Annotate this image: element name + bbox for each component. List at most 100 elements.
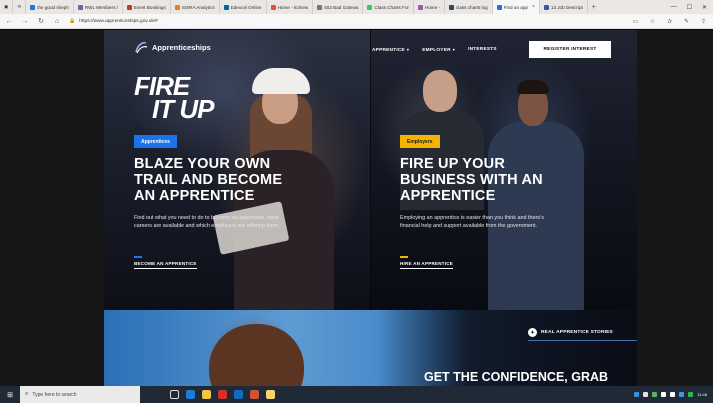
browser-toolbar: ← → ↻ ⌂ 🔒 https://www.apprenticeships.go… [0, 14, 713, 29]
forward-icon[interactable]: → [21, 18, 29, 25]
home-icon[interactable]: ⌂ [53, 18, 61, 25]
tray-app-icon[interactable] [652, 392, 658, 397]
favorite-star-icon[interactable]: ☆ [648, 18, 657, 25]
tab-favicon-icon [417, 4, 423, 10]
web-page: Apprenticeships APPRENTICE ▾ EMPLOYER ▾ INTE… [0, 30, 713, 386]
browser-tab[interactable]: Class Charts For [363, 0, 414, 14]
windows-start-icon[interactable]: ⊞ [0, 391, 20, 399]
reading-view-icon[interactable]: ▭ [631, 18, 640, 25]
nav-employer[interactable]: EMPLOYER ▾ [422, 47, 455, 53]
tab-favicon-icon [126, 4, 132, 10]
tab-label: Home - Itchiew [277, 4, 309, 10]
tab-favicon-icon [223, 4, 229, 10]
cta-accent-bar [134, 256, 142, 258]
browser-tab[interactable]: 502 Bad Gatewa [313, 0, 364, 14]
browser-tab[interactable]: Find an app × [492, 0, 540, 14]
browser-tab[interactable]: Home - [414, 0, 445, 14]
window-controls: — ☐ ✕ [671, 4, 713, 11]
edge-browser-icon[interactable] [186, 390, 195, 399]
browser-tab[interactable]: Home - Itchiew [267, 0, 314, 14]
hire-apprentice-link[interactable]: HIRE AN APPRENTICE [400, 261, 454, 269]
tab-actions-icon[interactable]: ▣ [0, 0, 14, 14]
maximize-icon[interactable]: ☐ [687, 4, 692, 11]
taskbar-apps [170, 390, 275, 399]
tab-favicon-icon [30, 4, 36, 10]
hero-section: Apprenticeships APPRENTICE ▾ EMPLOYER ▾ INTE… [104, 30, 637, 310]
powerpoint-icon[interactable] [250, 390, 259, 399]
tab-favicon-icon [367, 4, 373, 10]
employer-body-text: Employing an apprentice is easier than y… [400, 215, 544, 230]
logo-text: Apprenticeships [152, 42, 211, 52]
back-tab-icon[interactable]: ⟲ [13, 0, 27, 14]
stories-headline: GET THE CONFIDENCE, GRAB [424, 370, 609, 384]
apprentice-portrait [209, 324, 304, 386]
man-face-older [423, 70, 457, 112]
network-icon[interactable] [661, 392, 667, 397]
tray-app-icon[interactable] [643, 392, 649, 397]
cta-accent-bar [400, 256, 408, 258]
url-text[interactable]: https://www.apprenticeships.gov.uk/# [79, 19, 158, 24]
share-icon[interactable]: ⇪ [699, 18, 708, 25]
tab-label: 502 Bad Gatewa [324, 4, 359, 10]
file-explorer-icon[interactable] [202, 390, 211, 399]
tab-close-icon[interactable]: × [532, 4, 535, 10]
tab-label: Event Bookings [133, 4, 166, 10]
taskbar-clock[interactable]: 11:48 [697, 392, 707, 397]
search-icon: ⌕ [25, 391, 29, 397]
browser-tab[interactable]: class charts log [445, 0, 493, 14]
tab-label: RWL Members / [84, 4, 118, 10]
apprentice-body-text: Find out what you need to do to become a… [134, 215, 280, 230]
nav-label: INTERESTS [468, 47, 497, 52]
chevron-down-icon: ▾ [452, 47, 456, 52]
browser-tab[interactable]: 13 Job Descript [540, 0, 588, 14]
become-apprentice-link[interactable]: BECOME AN APPRENTICE [134, 261, 197, 269]
hard-hat [252, 68, 310, 94]
back-icon[interactable]: ← [5, 18, 13, 25]
new-tab-icon[interactable]: + [588, 4, 600, 11]
logo-swirl-icon [135, 42, 148, 54]
close-window-icon[interactable]: ✕ [702, 4, 707, 11]
browser-tab[interactable]: Event Bookings [123, 0, 171, 14]
fire-it-up-logo: FIRE IT UP [134, 73, 214, 122]
nav-label: EMPLOYER [422, 48, 451, 53]
minimize-icon[interactable]: — [671, 4, 677, 11]
tray-app-icon[interactable] [634, 392, 640, 397]
acrobat-icon[interactable] [218, 390, 227, 399]
tab-label: Edexcel Online [230, 4, 262, 10]
nav-apprentice[interactable]: APPRENTICE ▾ [372, 47, 409, 53]
tab-favicon-icon [270, 4, 276, 10]
taskbar-search-box[interactable]: ⌕ Type here to search [20, 386, 140, 403]
volume-icon[interactable] [670, 392, 676, 397]
employers-badge: Employers [400, 135, 440, 148]
browser-tab[interactable]: Edexcel Online [220, 0, 267, 14]
tab-label: SISRA Analytics [181, 4, 215, 10]
tab-favicon-icon [77, 4, 83, 10]
man-hair-younger [517, 80, 549, 94]
browser-tab[interactable]: SISRA Analytics [171, 0, 220, 14]
browser-tab[interactable]: RWL Members / [74, 0, 123, 14]
register-interest-button[interactable]: REGISTER INTEREST [529, 41, 611, 58]
tab-label: the good sheph [37, 4, 69, 10]
apprentice-stories-section: ✦ REAL APPRENTICE STORIES GET THE CONFID… [104, 310, 637, 386]
address-bar[interactable]: 🔒 https://www.apprenticeships.gov.uk/# [69, 16, 623, 27]
chevron-down-icon: ▾ [406, 47, 410, 52]
browser-tab[interactable]: the good sheph [26, 0, 74, 14]
tab-favicon-icon [174, 4, 180, 10]
apprentice-headline: BLAZE YOUR OWN TRAIL AND BECOME AN APPRE… [134, 156, 283, 205]
lock-icon: 🔒 [69, 18, 76, 24]
tab-favicon-icon [543, 4, 549, 10]
stories-tag[interactable]: ✦ REAL APPRENTICE STORIES [528, 328, 613, 337]
task-view-icon[interactable] [170, 390, 179, 399]
tab-favicon-icon [449, 4, 454, 10]
site-logo[interactable]: Apprenticeships [134, 40, 211, 54]
security-icon[interactable] [679, 392, 685, 397]
refresh-icon[interactable]: ↻ [37, 17, 45, 25]
nav-interests[interactable]: INTERESTS [468, 47, 497, 53]
folder-icon[interactable] [266, 390, 275, 399]
favorites-icon[interactable]: ✰ [665, 18, 674, 25]
tab-label: Class Charts For [374, 4, 409, 10]
outlook-icon[interactable] [234, 390, 243, 399]
tray-app-icon[interactable] [688, 392, 694, 397]
notes-icon[interactable]: ✎ [682, 18, 691, 25]
apprentices-badge: Apprentices [134, 135, 177, 148]
